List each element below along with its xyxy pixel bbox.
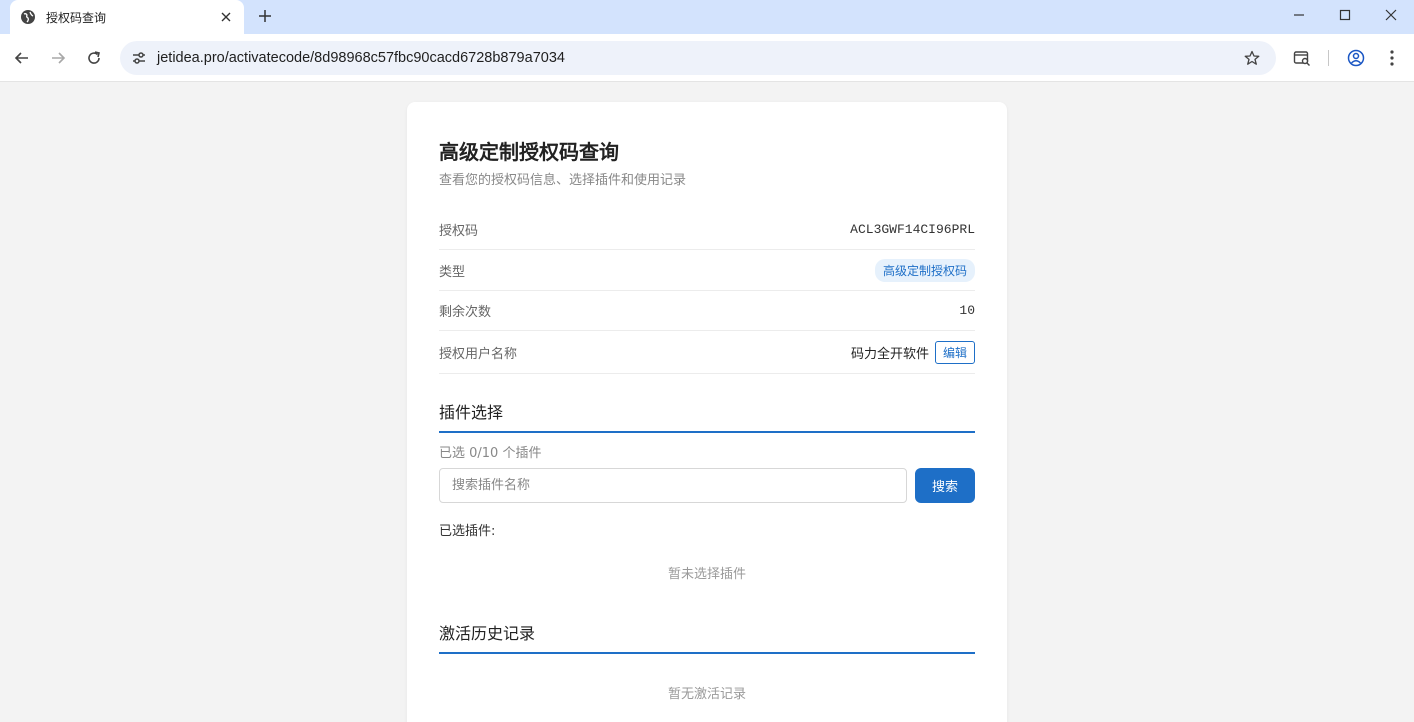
toolbar-divider — [1328, 50, 1329, 66]
maximize-icon[interactable] — [1323, 0, 1367, 30]
new-tab-icon[interactable] — [254, 5, 276, 27]
info-row-user: 授权用户名称 码力全开软件 编辑 — [439, 331, 975, 374]
remaining-value: 10 — [959, 303, 975, 318]
edit-user-button[interactable]: 编辑 — [934, 340, 975, 364]
plugin-search-input[interactable] — [439, 468, 907, 503]
tab-title: 授权码查询 — [46, 10, 107, 25]
browser-tab[interactable]: 授权码查询 — [10, 0, 244, 34]
page-subtitle: 查看您的授权码信息、选择插件和使用记录 — [439, 173, 687, 188]
site-info-icon[interactable] — [122, 41, 156, 75]
reload-icon[interactable] — [80, 44, 108, 72]
menu-kebab-icon[interactable] — [1378, 44, 1406, 72]
bookmark-star-icon[interactable] — [1242, 48, 1262, 68]
forward-arrow-icon[interactable] — [44, 44, 72, 72]
search-tab-icon[interactable] — [1288, 44, 1316, 72]
remaining-label: 剩余次数 — [439, 305, 492, 320]
no-history-text: 暂无激活记录 — [667, 687, 746, 702]
url-text: jetidea.pro/activatecode/8d98968c57fbc90… — [157, 50, 565, 66]
code-value: ACL3GWF14CI96PRL — [850, 221, 975, 237]
code-label: 授权码 — [439, 223, 479, 239]
page-title: 高级定制授权码查询 — [439, 140, 619, 164]
selected-count: 已选 0/10 个插件 — [439, 446, 542, 461]
info-row-type: 类型 高级定制授权码 — [439, 250, 975, 291]
minimize-icon[interactable] — [1277, 0, 1321, 30]
selected-plugins-label: 已选插件: — [439, 524, 496, 539]
activation-card: 高级定制授权码查询 查看您的授权码信息、选择插件和使用记录 授权码 ACL3GW… — [407, 102, 1007, 722]
tab-strip: 授权码查询 — [0, 0, 1414, 34]
info-row-code: 授权码 ACL3GWF14CI96PRL — [439, 209, 975, 250]
info-row-remaining: 剩余次数 10 — [439, 291, 975, 331]
history-section-title: 激活历史记录 — [439, 620, 975, 654]
close-tab-icon[interactable] — [218, 9, 234, 25]
plugin-section-title: 插件选择 — [439, 399, 975, 433]
search-button[interactable]: 搜索 — [915, 468, 975, 503]
browser-toolbar: jetidea.pro/activatecode/8d98968c57fbc90… — [0, 34, 1414, 82]
user-label: 授权用户名称 — [439, 346, 518, 362]
type-label: 类型 — [439, 264, 466, 280]
no-plugins-text: 暂未选择插件 — [667, 567, 746, 582]
close-window-icon[interactable] — [1369, 0, 1413, 30]
profile-icon[interactable] — [1342, 44, 1370, 72]
globe-icon — [20, 9, 36, 25]
user-value-group: 码力全开软件 编辑 — [850, 340, 975, 364]
type-badge: 高级定制授权码 — [874, 258, 975, 282]
user-name: 码力全开软件 — [850, 346, 929, 362]
back-arrow-icon[interactable] — [8, 44, 36, 72]
address-bar[interactable]: jetidea.pro/activatecode/8d98968c57fbc90… — [120, 41, 1276, 75]
